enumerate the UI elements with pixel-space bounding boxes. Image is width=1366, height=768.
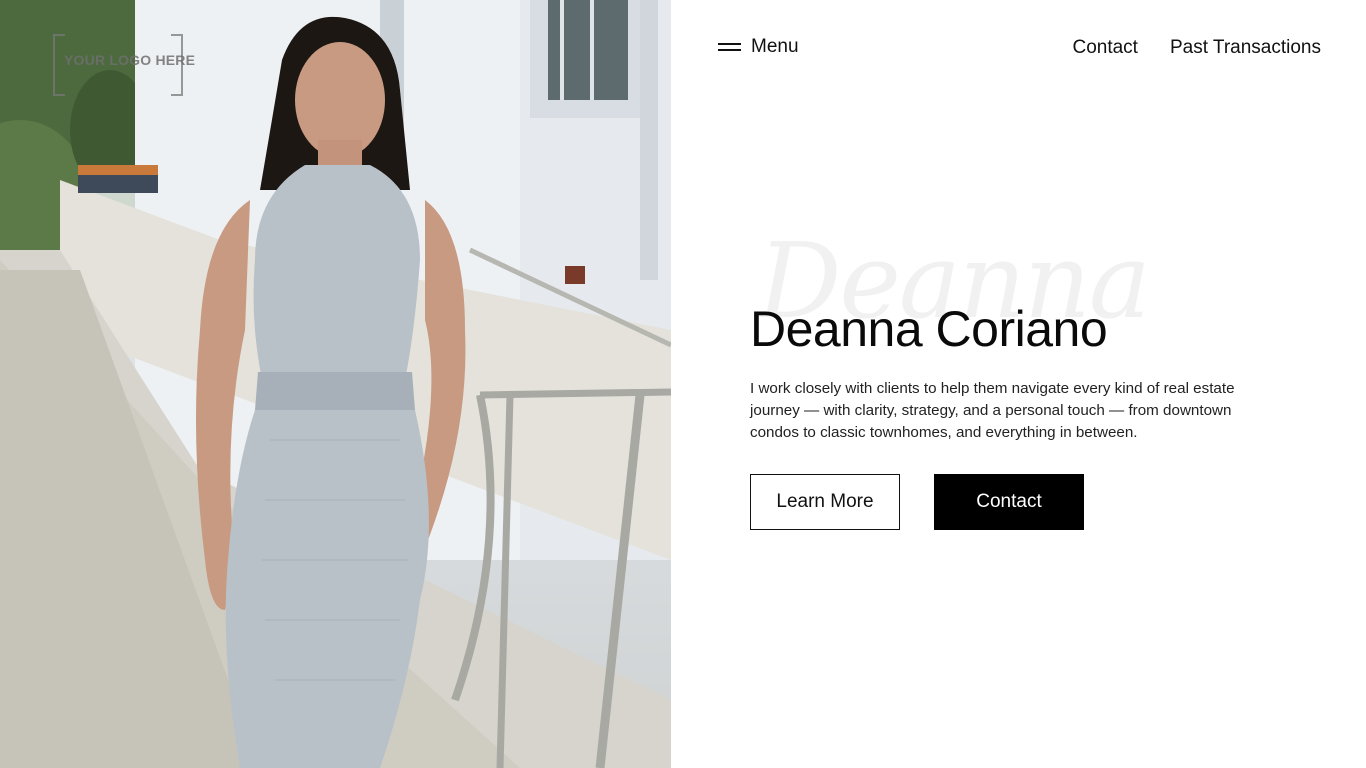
learn-more-button[interactable]: Learn More — [750, 474, 900, 530]
menu-label: Menu — [751, 36, 799, 57]
logo-text: YOUR LOGO HERE — [64, 52, 196, 68]
bio-text: I work closely with clients to help them… — [750, 380, 1235, 441]
logo-placeholder[interactable]: YOUR LOGO HERE — [53, 34, 195, 96]
portrait-photo-illustration — [0, 0, 671, 768]
menu-button[interactable]: Menu — [718, 36, 799, 58]
hamburger-icon[interactable] — [718, 42, 741, 52]
contact-button[interactable]: Contact — [934, 474, 1084, 530]
nav-link-past-transactions[interactable]: Past Transactions — [1170, 37, 1321, 59]
page-title: Deanna Coriano — [750, 301, 1108, 357]
top-nav: Contact Past Transactions — [1072, 37, 1321, 59]
nav-link-contact[interactable]: Contact — [1072, 37, 1137, 59]
hero-photo: YOUR LOGO HERE — [0, 0, 671, 768]
